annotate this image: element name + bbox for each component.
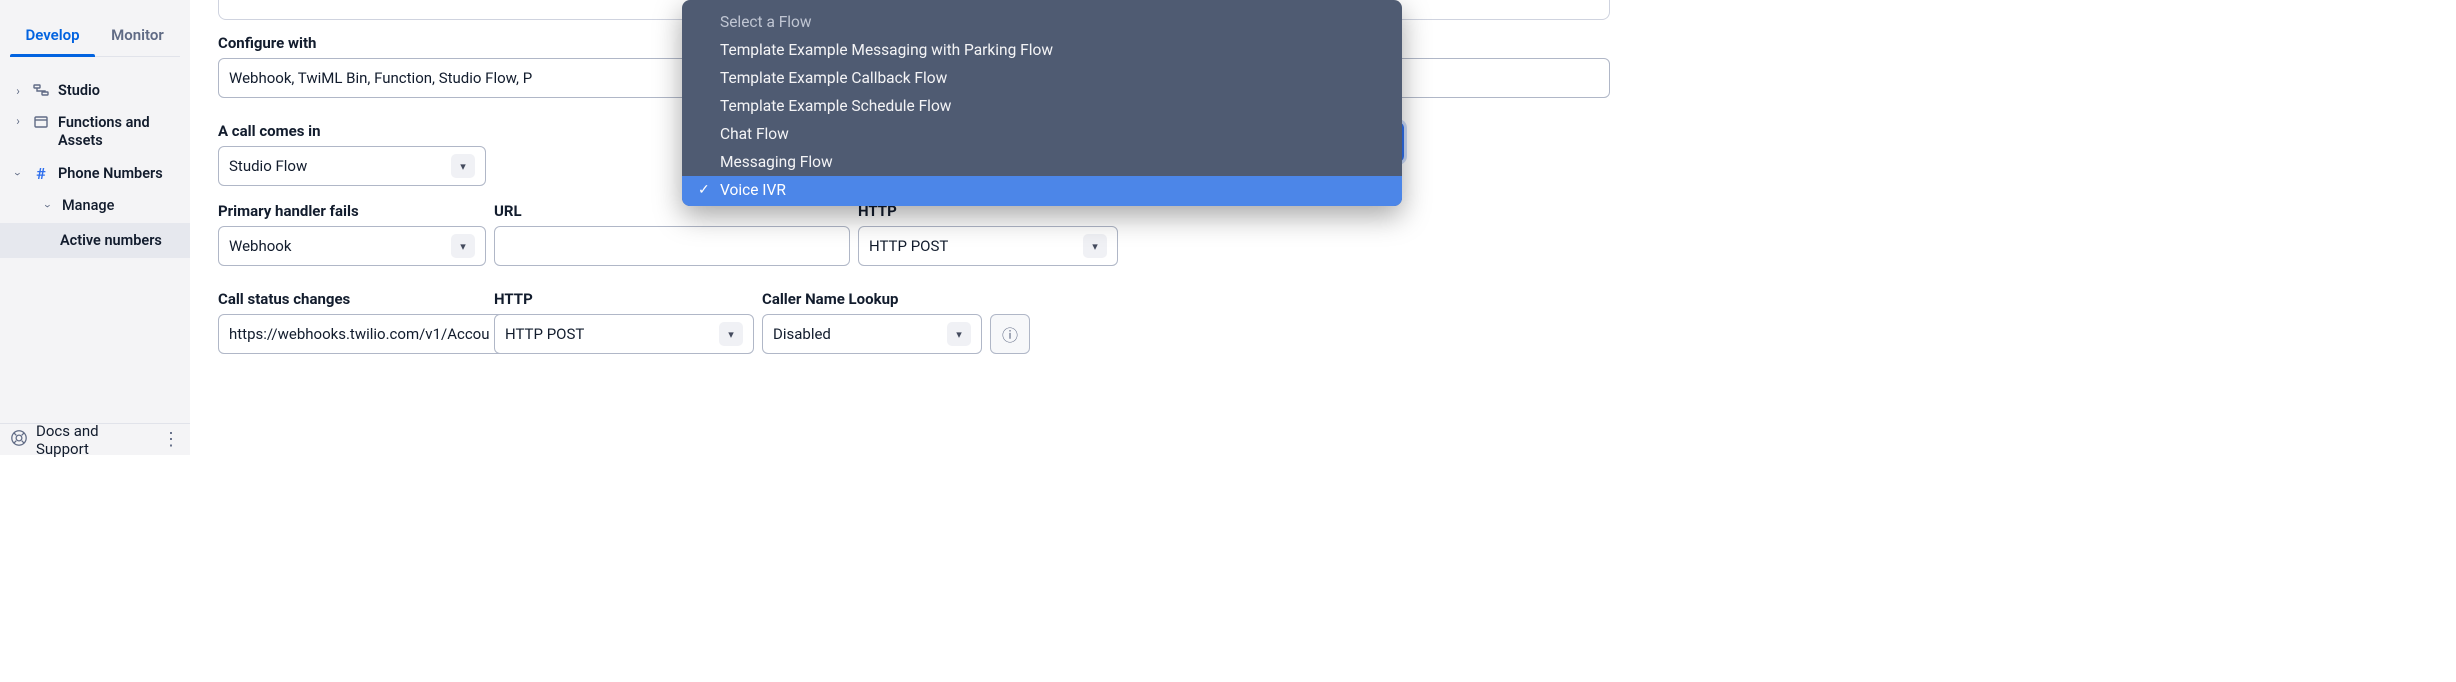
select-caller-name-lookup[interactable]: Disabled ▾	[762, 314, 982, 354]
flow-dropdown: ✓ Select a Flow ✓ Template Example Messa…	[682, 0, 1402, 206]
input-url[interactable]	[494, 226, 850, 266]
select-primary-handler-fails[interactable]: Webhook ▾	[218, 226, 486, 266]
sidebar-item-label: Phone Numbers	[58, 165, 180, 183]
option-label: Messaging Flow	[720, 153, 833, 171]
select-http-1[interactable]: HTTP POST ▾	[858, 226, 1118, 266]
option-label: Template Example Callback Flow	[720, 69, 947, 87]
select-http-2[interactable]: HTTP POST ▾	[494, 314, 754, 354]
input-value: https://webhooks.twilio.com/v1/Accou	[229, 325, 490, 343]
chevron-right-icon: ›	[12, 84, 24, 98]
chevron-right-icon: ›	[12, 114, 24, 128]
sidebar-item-studio[interactable]: › Studio	[0, 75, 190, 107]
sidebar-item-active-numbers[interactable]: Active numbers	[0, 223, 190, 258]
select-value: Disabled	[773, 325, 941, 343]
label-call-comes-in: A call comes in	[218, 122, 486, 140]
flow-option[interactable]: ✓ Chat Flow	[682, 120, 1402, 148]
flow-option[interactable]: ✓ Template Example Callback Flow	[682, 64, 1402, 92]
info-icon[interactable]: ⓘ	[990, 314, 1030, 354]
select-value: Studio Flow	[229, 157, 445, 175]
flow-option[interactable]: ✓ Template Example Messaging with Parkin…	[682, 36, 1402, 64]
flow-option-selected[interactable]: ✓ Voice IVR	[682, 176, 1402, 206]
sidebar-item-phone-numbers[interactable]: › # Phone Numbers	[0, 157, 190, 190]
chevron-down-icon: ›	[41, 200, 55, 212]
chevron-down-icon: ▾	[719, 322, 743, 346]
label-caller-name-lookup: Caller Name Lookup	[762, 290, 982, 308]
input-call-status-changes[interactable]: https://webhooks.twilio.com/v1/Accou	[218, 314, 501, 354]
select-value: HTTP POST	[505, 325, 713, 343]
sidebar-nav: › Studio › Functions and Assets ›	[0, 75, 190, 258]
docs-support[interactable]: Docs and Support ⋮	[0, 423, 190, 455]
label-call-status-changes: Call status changes	[218, 290, 486, 308]
option-label: Template Example Schedule Flow	[720, 97, 951, 115]
select-value: HTTP POST	[869, 237, 1077, 255]
docs-label: Docs and Support	[36, 422, 154, 458]
flow-option-placeholder[interactable]: ✓ Select a Flow	[682, 8, 1402, 36]
functions-icon	[32, 114, 50, 130]
label-primary-handler-fails: Primary handler fails	[218, 202, 486, 220]
select-call-comes-in[interactable]: Studio Flow ▾	[218, 146, 486, 186]
chevron-down-icon: ›	[11, 168, 25, 180]
sidebar-item-label: Manage	[62, 197, 180, 215]
flow-option[interactable]: ✓ Messaging Flow	[682, 148, 1402, 176]
option-label: Chat Flow	[720, 125, 789, 143]
tab-monitor[interactable]: Monitor	[95, 16, 180, 56]
label-http-2: HTTP	[494, 290, 754, 308]
sidebar: Develop Monitor › Studio › Fun	[0, 0, 190, 455]
sidebar-item-functions[interactable]: › Functions and Assets	[0, 107, 190, 157]
check-icon: ✓	[698, 182, 712, 198]
chevron-down-icon: ▾	[451, 234, 475, 258]
chevron-down-icon: ▾	[947, 322, 971, 346]
chevron-down-icon: ▾	[451, 154, 475, 178]
studio-icon	[32, 83, 50, 99]
select-value: Webhook	[229, 237, 445, 255]
chevron-down-icon: ▾	[1083, 234, 1107, 258]
sidebar-item-manage[interactable]: › Manage	[36, 190, 190, 222]
option-label: Select a Flow	[720, 13, 812, 31]
sidebar-item-label: Functions and Assets	[58, 114, 180, 150]
flow-option[interactable]: ✓ Template Example Schedule Flow	[682, 92, 1402, 120]
lifebuoy-icon	[10, 429, 28, 451]
more-icon[interactable]: ⋮	[162, 429, 180, 450]
sidebar-tabs: Develop Monitor	[10, 16, 180, 57]
hash-icon: #	[32, 164, 50, 183]
option-label: Template Example Messaging with Parking …	[720, 41, 1053, 59]
sidebar-item-label: Studio	[58, 82, 180, 100]
option-label: Voice IVR	[720, 181, 786, 199]
tab-develop[interactable]: Develop	[10, 16, 95, 56]
